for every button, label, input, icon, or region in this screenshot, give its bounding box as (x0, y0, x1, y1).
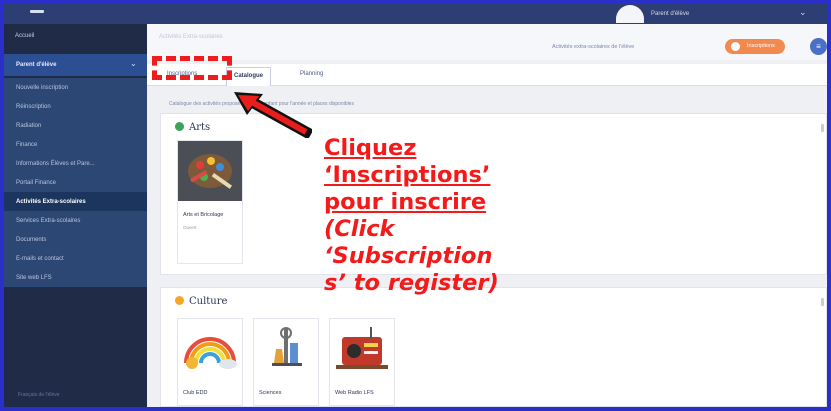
sidebar-item-emails[interactable]: E-mails et contact (4, 249, 147, 268)
annotation-line: (Click (324, 216, 395, 242)
sidebar-item-finance[interactable]: Finance (4, 135, 147, 154)
avatar[interactable] (616, 5, 644, 23)
palette-icon (178, 141, 242, 201)
panel-culture: Culture Club EDD Sciences Web Radio LFS (160, 287, 827, 407)
status-dot-icon (175, 122, 184, 131)
panel-title-culture-text: Culture (189, 296, 228, 307)
sidebar-item-radiation[interactable]: Radiation (4, 116, 147, 135)
sidebar-item-site-web[interactable]: Site web LFS (4, 268, 147, 287)
activity-card-web-radio[interactable]: Web Radio LFS (329, 318, 395, 406)
user-name[interactable]: Parent d'élève (651, 11, 689, 17)
sidebar: Accueil Parent d'élève ⌄ Nouvelle inscri… (4, 24, 147, 407)
sidebar-section-label: Parent d'élève (16, 62, 57, 68)
activity-card-label: Arts et Bricolage (183, 212, 224, 218)
tab-planning[interactable]: Planning (300, 71, 323, 77)
sidebar-footer: Français de l'élève (18, 392, 60, 398)
panel-expand-handle[interactable] (821, 124, 824, 132)
chevron-down-icon[interactable]: ⌄ (799, 7, 807, 18)
chevron-down-icon: ⌄ (130, 59, 137, 68)
radio-icon (330, 319, 394, 379)
annotation-highlight-box (152, 56, 232, 80)
activity-card-label: Club EDD (183, 390, 208, 396)
tab-catalogue[interactable]: Catalogue (226, 67, 272, 86)
inscriptions-header-button[interactable]: Inscriptions (725, 39, 785, 54)
annotation-line: Cliquez (324, 135, 417, 161)
status-dot-icon (175, 296, 184, 305)
activity-card-meta: Ouvert (183, 225, 197, 231)
page-header: Activités Extra-scolaires Activités extr… (147, 24, 827, 60)
panel-title-culture: Culture (175, 296, 227, 307)
inscriptions-header-button-label: Inscriptions (747, 43, 775, 49)
arrow-icon (234, 92, 312, 138)
activity-card-label: Web Radio LFS (335, 390, 374, 396)
science-icon (254, 319, 318, 379)
activity-card-sciences[interactable]: Sciences (253, 318, 319, 406)
annotation-line: ‘Subscription (324, 243, 493, 269)
panel-title-arts-text: Arts (189, 122, 211, 133)
sidebar-item-portail-finance[interactable]: Portail Finance (4, 173, 147, 192)
activity-card-arts-bricolage[interactable]: Arts et Bricolage Ouvert (177, 140, 243, 264)
menu-icon[interactable] (30, 10, 44, 13)
rainbow-icon (178, 319, 242, 379)
activity-card-label: Sciences (259, 390, 282, 396)
activity-card-club-edd[interactable]: Club EDD (177, 318, 243, 406)
sidebar-item-reinscription[interactable]: Réinscription (4, 97, 147, 116)
panel-expand-handle[interactable] (821, 298, 824, 306)
header-link[interactable]: Activités extra-scolaires de l'élève (552, 44, 634, 50)
annotation-instruction: Cliquez ‘Inscriptions’ pour inscrire (Cl… (324, 135, 534, 297)
sidebar-items: Nouvelle inscription Réinscription Radia… (4, 78, 147, 287)
sidebar-item-services[interactable]: Services Extra-scolaires (4, 211, 147, 230)
sidebar-section-parent[interactable]: Parent d'élève ⌄ (4, 54, 147, 76)
sidebar-item-informations[interactable]: Informations Élèves et Pare... (4, 154, 147, 173)
annotation-line: s’ to register) (324, 270, 499, 296)
tab-bar: Inscriptions Catalogue Planning (147, 64, 827, 86)
top-bar: Parent d'élève ⌄ (4, 4, 827, 24)
plus-icon (731, 42, 740, 51)
annotation-line: ‘Inscriptions’ (324, 162, 491, 188)
sidebar-item-home[interactable]: Accueil (15, 33, 34, 39)
sidebar-item-documents[interactable]: Documents (4, 230, 147, 249)
app-window: Parent d'élève ⌄ Accueil Parent d'élève … (4, 4, 827, 407)
menu-round-button[interactable]: ≡ (810, 38, 827, 55)
sidebar-item-nouvelle-inscription[interactable]: Nouvelle inscription (4, 78, 147, 97)
panel-title-arts: Arts (175, 122, 210, 133)
page-title: Activités Extra-scolaires (159, 34, 223, 40)
sidebar-item-activites[interactable]: Activités Extra-scolaires (4, 192, 147, 211)
annotation-line: pour inscrire (324, 189, 487, 215)
